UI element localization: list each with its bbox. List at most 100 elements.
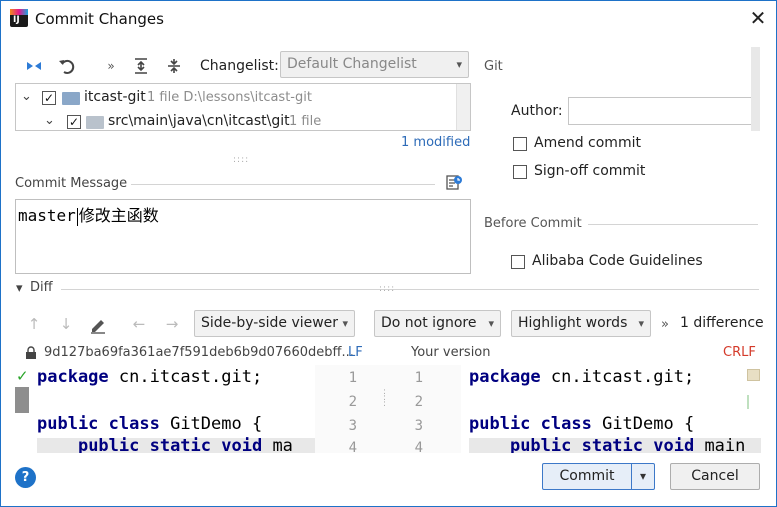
change-marker [747, 395, 760, 409]
module-icon [62, 92, 80, 105]
highlight-select[interactable]: Highlight words ▾ [511, 310, 651, 337]
right-line-number-4: 4 [414, 440, 423, 456]
diff-splitter-handle[interactable]: :::: [379, 284, 395, 294]
forward-arrow-icon[interactable]: → [162, 314, 182, 334]
alibaba-label[interactable]: Alibaba Code Guidelines [532, 253, 703, 269]
folder-icon [86, 116, 104, 129]
right-line-ending[interactable]: CRLF [723, 345, 756, 360]
chevron-down-icon: ▾ [456, 58, 462, 71]
changelist-select[interactable]: Default Changelist ▾ [280, 51, 469, 78]
chevron-down-icon[interactable]: ⌄ [21, 89, 32, 104]
left-line-3-rest: GitDemo { [170, 414, 263, 434]
root-checkbox[interactable]: ✓ [42, 91, 56, 105]
edit-source-icon[interactable] [88, 314, 108, 334]
modified-link[interactable]: 1 modified [401, 135, 470, 150]
right-pane-title: Your version [411, 345, 491, 360]
viewer-select-value: Side-by-side viewer [201, 315, 339, 331]
diff-collapse-icon[interactable]: ▾ [16, 281, 23, 296]
diff-gutter: 1 2 3 4 ::: 1 2 3 4 [315, 365, 461, 456]
difference-count: 1 difference [680, 315, 764, 331]
kw-public-class: public class [469, 414, 592, 434]
expand-all-icon[interactable] [131, 56, 151, 76]
commit-button[interactable]: Commit ▾ [542, 463, 655, 490]
inspection-marker[interactable] [747, 369, 760, 381]
commit-message-label: Commit Message [15, 176, 128, 191]
splitter-handle[interactable]: :::: [233, 155, 249, 165]
diff-separator [61, 289, 759, 290]
back-arrow-icon[interactable]: ← [129, 314, 149, 334]
right-line-number-1: 1 [414, 370, 423, 386]
alibaba-checkbox[interactable] [511, 255, 525, 269]
commit-button-label: Commit [559, 468, 615, 484]
next-difference-icon[interactable]: ↓ [56, 314, 76, 334]
commit-message-text: master 修改主函数 [18, 202, 159, 226]
collapse-all-icon[interactable] [164, 56, 184, 76]
right-line-number-3: 3 [414, 418, 423, 434]
root-node-meta: 1 file D:\lessons\itcast-git [147, 90, 312, 105]
more-actions-icon[interactable]: » [101, 56, 121, 76]
commit-message-input[interactable]: master 修改主函数 [15, 199, 471, 274]
commit-message-cn: 修改主函数 [78, 206, 159, 225]
kw-package: package [37, 367, 109, 387]
left-line-1: package cn.itcast.git; [37, 367, 262, 387]
right-line-3: public class GitDemo { [469, 414, 694, 434]
root-node-name[interactable]: itcast-git [84, 89, 146, 105]
signoff-commit-label[interactable]: Sign-off commit [534, 163, 645, 179]
chevron-down-icon[interactable]: ⌄ [44, 113, 55, 128]
left-line-number-4: 4 [348, 440, 357, 456]
more-options-icon[interactable]: » [661, 317, 669, 332]
before-commit-separator [588, 224, 758, 225]
previous-difference-icon[interactable]: ↑ [24, 314, 44, 334]
author-input[interactable] [568, 97, 757, 125]
left-revision-hash: 9d127ba69fa361ae7f591deb6b9d07660debff..… [44, 345, 354, 360]
amend-commit-checkbox[interactable] [513, 137, 527, 151]
left-line-4-rest: ma [272, 436, 293, 453]
changed-files-tree: ⌄ ✓ itcast-git 1 file D:\lessons\itcast-… [15, 83, 471, 131]
chevron-down-icon: ▾ [638, 317, 644, 330]
kw-package: package [469, 367, 541, 387]
highlight-select-value: Highlight words [518, 315, 628, 331]
chevron-down-icon: ▾ [342, 317, 348, 330]
left-line-1-rest: cn.itcast.git; [118, 367, 263, 387]
right-line-1: package cn.itcast.git; [469, 367, 694, 387]
left-line-number-2: 2 [348, 394, 357, 410]
child-node-path[interactable]: src\main\java\cn\itcast\git [108, 113, 290, 129]
kw-public-class: public class [37, 414, 160, 434]
author-label: Author: [511, 103, 563, 119]
right-line-4: public static void main [469, 436, 745, 453]
close-icon[interactable]: ✕ [747, 7, 769, 29]
ignore-whitespace-select[interactable]: Do not ignore ▾ [374, 310, 501, 337]
right-line-3-rest: GitDemo { [602, 414, 695, 434]
child-checkbox[interactable]: ✓ [67, 115, 81, 129]
left-line-ending[interactable]: LF [348, 345, 363, 360]
left-line-3: public class GitDemo { [37, 414, 262, 434]
rollback-icon[interactable] [56, 56, 76, 76]
diff-label: Diff [30, 280, 53, 295]
green-check-icon: ✓ [16, 367, 29, 385]
gutter-splitter-handle[interactable]: ::: [383, 388, 387, 409]
show-diff-icon[interactable] [24, 56, 44, 76]
chevron-down-icon: ▾ [488, 317, 494, 330]
left-code-pane[interactable]: ✓ package cn.itcast.git; public class Gi… [15, 365, 315, 453]
commit-message-separator [131, 184, 435, 185]
changelist-label: Changelist: [200, 58, 279, 74]
change-marker [15, 387, 29, 413]
lock-icon [25, 346, 37, 359]
recent-messages-icon[interactable] [444, 172, 464, 192]
left-line-number-3: 3 [348, 418, 357, 434]
signoff-commit-checkbox[interactable] [513, 165, 527, 179]
help-button[interactable]: ? [15, 467, 36, 488]
viewer-select[interactable]: Side-by-side viewer ▾ [194, 310, 355, 337]
side-panel-scrollbar[interactable] [751, 47, 760, 131]
chevron-down-icon[interactable]: ▾ [631, 464, 654, 489]
kw-public-static-void: public static void [509, 436, 695, 453]
right-line-1-rest: cn.itcast.git; [550, 367, 695, 387]
intellij-app-icon [10, 9, 28, 27]
tree-scrollbar[interactable] [456, 84, 470, 130]
kw-public-static-void: public static void [77, 436, 263, 453]
amend-commit-label[interactable]: Amend commit [534, 135, 641, 151]
before-commit-label: Before Commit [484, 216, 582, 231]
right-code-pane[interactable]: package cn.itcast.git; public class GitD… [461, 365, 761, 453]
right-line-4-rest: main [704, 436, 746, 453]
cancel-button[interactable]: Cancel [670, 463, 760, 490]
